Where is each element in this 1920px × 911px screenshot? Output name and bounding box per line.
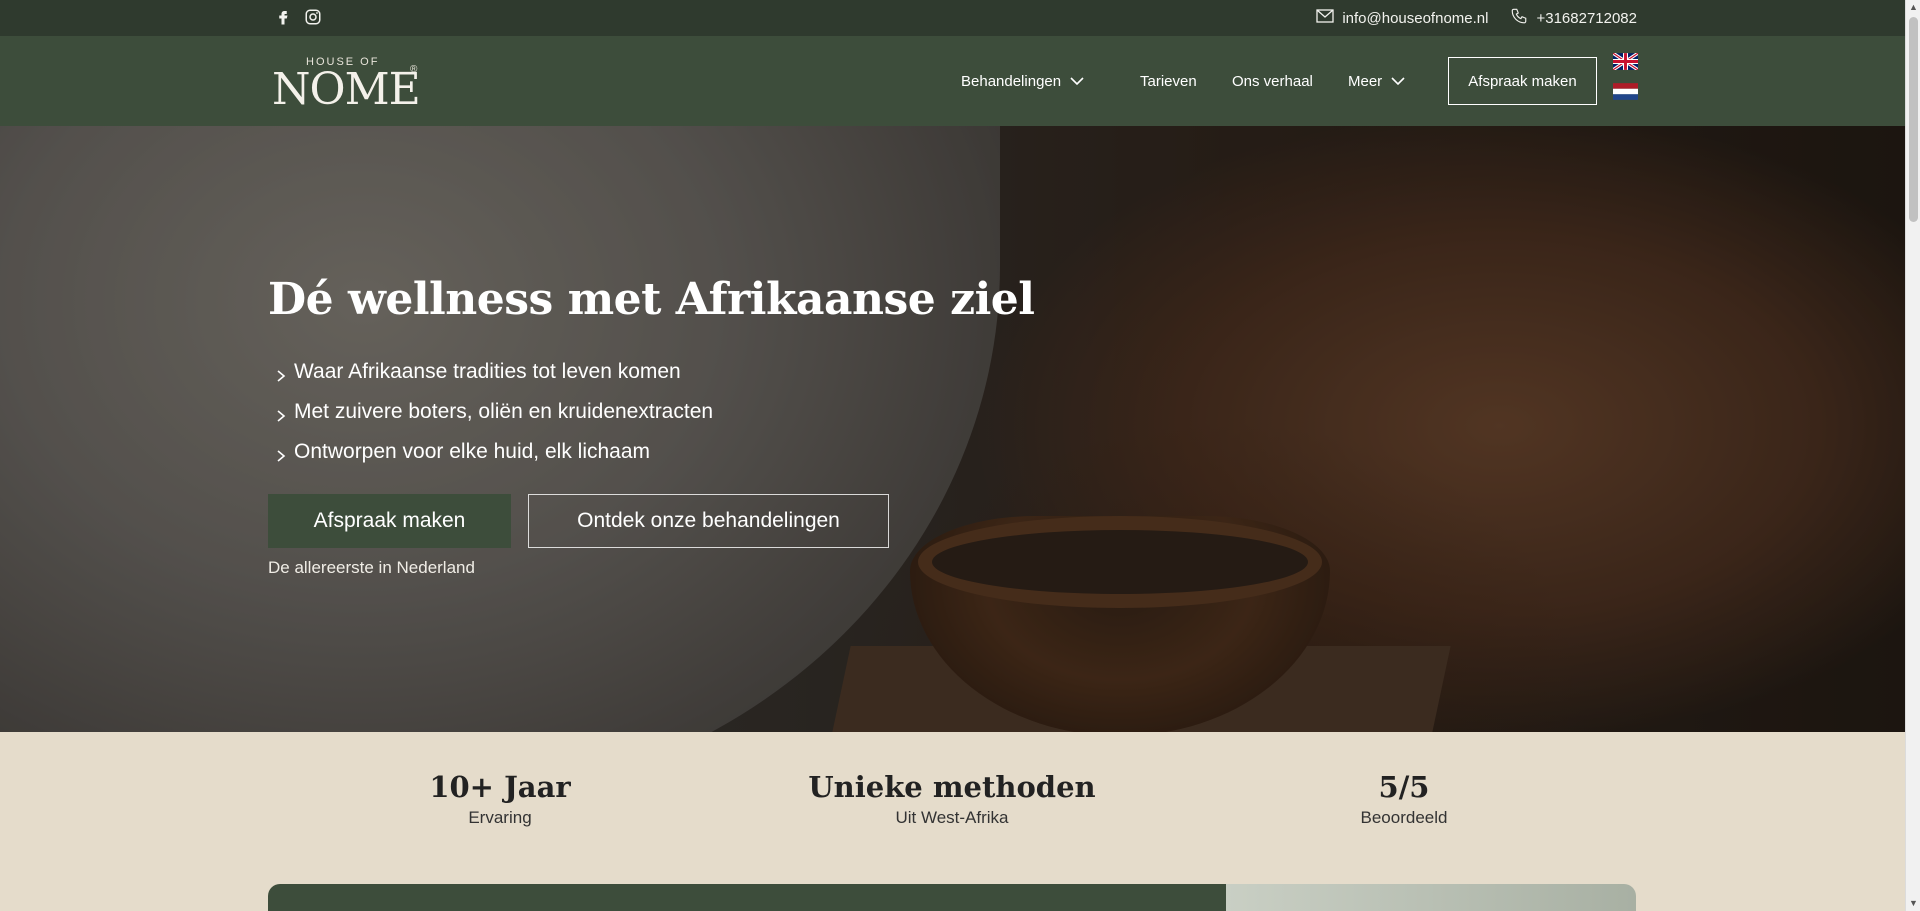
chevron-down-icon	[1069, 73, 1085, 89]
nav-item-ons-verhaal[interactable]: Ons verhaal	[1232, 36, 1313, 126]
nav-item-behandelingen[interactable]: Behandelingen	[961, 36, 1085, 126]
stat-value: 10+ Jaar	[429, 770, 571, 804]
hero-note: De allereerste in Nederland	[268, 558, 475, 577]
feature-card	[268, 884, 1228, 911]
facebook-icon[interactable]	[274, 8, 292, 26]
site-header: HOUSE OF NOME ® Behandelingen Tarieven O…	[0, 36, 1905, 126]
nav-item-label: Meer	[1348, 72, 1383, 90]
hero-bullet: Met zuivere boters, oliën en kruidenextr…	[274, 392, 713, 432]
uk-flag-icon[interactable]	[1613, 53, 1638, 70]
social-links	[274, 8, 322, 26]
envelope-icon	[1316, 9, 1334, 27]
phone-text: +31682712082	[1536, 9, 1637, 27]
chevron-right-icon	[274, 445, 288, 462]
email-text: info@houseofnome.nl	[1342, 9, 1489, 27]
contact-info: info@houseofnome.nl +31682712082	[1316, 0, 1637, 36]
stat-value: Unieke methoden	[808, 770, 1096, 804]
scrollbar-thumb[interactable]	[1909, 17, 1918, 222]
hero-discover-treatments-button[interactable]: Ontdek onze behandelingen	[528, 494, 889, 548]
feature-card-image	[1226, 884, 1636, 911]
site-logo[interactable]: HOUSE OF NOME ®	[272, 56, 421, 115]
page-scrollbar[interactable]: ▲ ▼	[1905, 0, 1920, 911]
stat-value: 5/5	[1378, 770, 1430, 804]
nav-item-label: Behandelingen	[961, 72, 1062, 90]
hero-bullet-text: Met zuivere boters, oliën en kruidenextr…	[294, 400, 714, 423]
stat-label: Ervaring	[468, 808, 532, 827]
logo-big-text: NOME	[272, 64, 421, 115]
chevron-down-icon	[1390, 73, 1406, 89]
chevron-right-icon	[274, 405, 288, 422]
hero-bullet-list: Waar Afrikaanse tradities tot leven kome…	[274, 352, 713, 472]
email-link[interactable]: info@houseofnome.nl	[1316, 9, 1488, 27]
hero-bullet: Waar Afrikaanse tradities tot leven kome…	[274, 352, 713, 392]
hero-bullet-text: Waar Afrikaanse tradities tot leven kome…	[294, 360, 681, 383]
nl-flag-icon[interactable]	[1613, 83, 1638, 100]
hero-bullet: Ontworpen voor elke huid, elk lichaam	[274, 432, 713, 472]
hero-section: Dé wellness met Afrikaanse ziel Waar Afr…	[0, 126, 1905, 732]
stat-label: Uit West-Afrika	[895, 808, 1009, 827]
nav-item-tarieven[interactable]: Tarieven	[1140, 36, 1197, 126]
phone-link[interactable]: +31682712082	[1510, 7, 1637, 29]
hero-bullet-text: Ontworpen voor elke huid, elk lichaam	[294, 440, 651, 463]
stat-rating: 5/5 Beoordeeld	[1361, 770, 1448, 828]
header-appointment-button[interactable]: Afspraak maken	[1448, 57, 1597, 105]
hero-title: Dé wellness met Afrikaanse ziel	[268, 274, 1035, 325]
instagram-icon[interactable]	[304, 8, 322, 26]
nav-item-label: Tarieven	[1140, 72, 1197, 90]
nav-item-label: Ons verhaal	[1232, 72, 1313, 90]
top-utility-bar: info@houseofnome.nl +31682712082	[0, 0, 1905, 36]
scroll-down-arrow-icon[interactable]: ▼	[1906, 896, 1920, 911]
chevron-right-icon	[274, 365, 288, 382]
stat-experience: 10+ Jaar Ervaring	[429, 770, 570, 828]
scroll-up-arrow-icon[interactable]: ▲	[1906, 0, 1920, 15]
logo-registered-mark: ®	[410, 64, 418, 75]
stat-methods: Unieke methoden Uit West-Afrika	[808, 770, 1095, 828]
hero-appointment-button[interactable]: Afspraak maken	[268, 494, 511, 548]
stat-label: Beoordeeld	[1360, 808, 1448, 827]
nav-item-meer[interactable]: Meer	[1348, 36, 1406, 126]
phone-icon	[1510, 7, 1528, 29]
